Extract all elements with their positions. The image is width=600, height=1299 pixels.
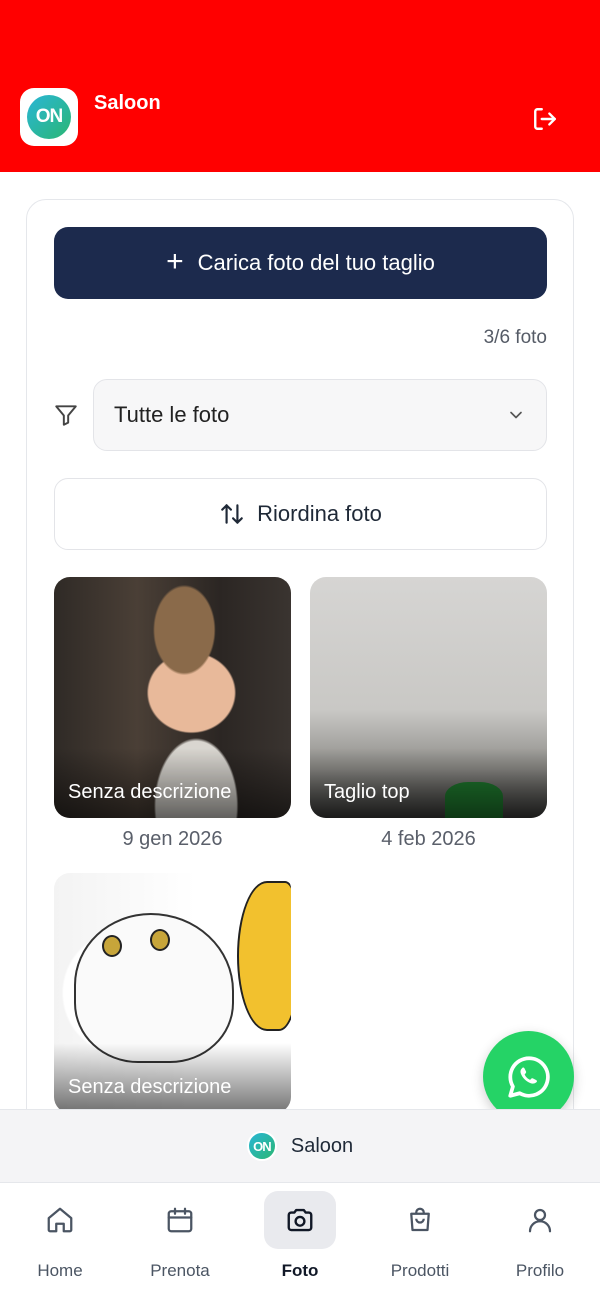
logo-mark: ON [27,95,71,139]
photos-card: + Carica foto del tuo taglio 3/6 foto Tu… [26,199,574,1159]
photo-card[interactable]: Senza descrizione [54,873,291,1113]
app-title: Saloon [94,92,161,114]
logout-button[interactable] [530,104,560,134]
nav-item-foto[interactable]: Foto [240,1183,360,1299]
logout-icon [534,108,556,130]
nav-item-prenota[interactable]: Prenota [120,1183,240,1299]
app-logo: ON [20,88,78,146]
calendar-icon [167,1207,193,1233]
upload-photo-button[interactable]: + Carica foto del tuo taglio [54,227,547,299]
photo-filter-select[interactable]: Tutte le foto [93,379,547,451]
filter-icon [55,405,77,426]
cat-eye [150,929,170,951]
reorder-photos-label: Riordina foto [257,501,382,526]
nav-item-profilo[interactable]: Profilo [480,1183,600,1299]
reorder-photos-button[interactable]: Riordina foto [54,478,547,550]
photo-card[interactable]: Senza descrizione [54,577,291,818]
nav-label: Profilo [515,1261,565,1280]
app-header: ON Saloon [0,0,600,172]
photo-date: 9 gen 2026 [122,828,223,850]
photo-filter-value: Tutte le foto [114,402,230,427]
photo-caption: Senza descrizione [54,1043,291,1113]
photo-caption: Senza descrizione [54,748,291,818]
whatsapp-icon [507,1055,550,1098]
upload-photo-label: Carica foto del tuo taglio [197,250,435,275]
user-icon [528,1208,552,1233]
shopping-bag-icon [410,1207,430,1232]
chevron-down-icon [510,411,522,419]
nav-item-prodotti[interactable]: Prodotti [360,1183,480,1299]
photo-card[interactable]: Taglio top [310,577,547,818]
butterfly-wing [237,881,291,1031]
nav-label: Foto [281,1261,319,1280]
brand-name: Saloon [290,1134,354,1157]
sort-arrows-icon [221,504,243,524]
photo-counter: 3/6 foto [483,327,547,348]
photo-caption: Taglio top [310,748,547,818]
nav-label: Prenota [150,1261,210,1280]
photo-date: 4 feb 2026 [381,828,476,850]
brand-logo: ON [246,1131,277,1161]
brand-strip: ON Saloon [0,1109,600,1182]
home-icon [47,1207,73,1233]
camera-icon [287,1208,313,1232]
bottom-nav: Home Prenota Foto Prodotti Profilo [0,1182,600,1299]
plus-icon: + [166,244,184,278]
nav-label: Prodotti [390,1261,450,1280]
nav-label: Home [37,1261,83,1280]
cat-eye [102,935,122,957]
nav-item-home[interactable]: Home [0,1183,120,1299]
